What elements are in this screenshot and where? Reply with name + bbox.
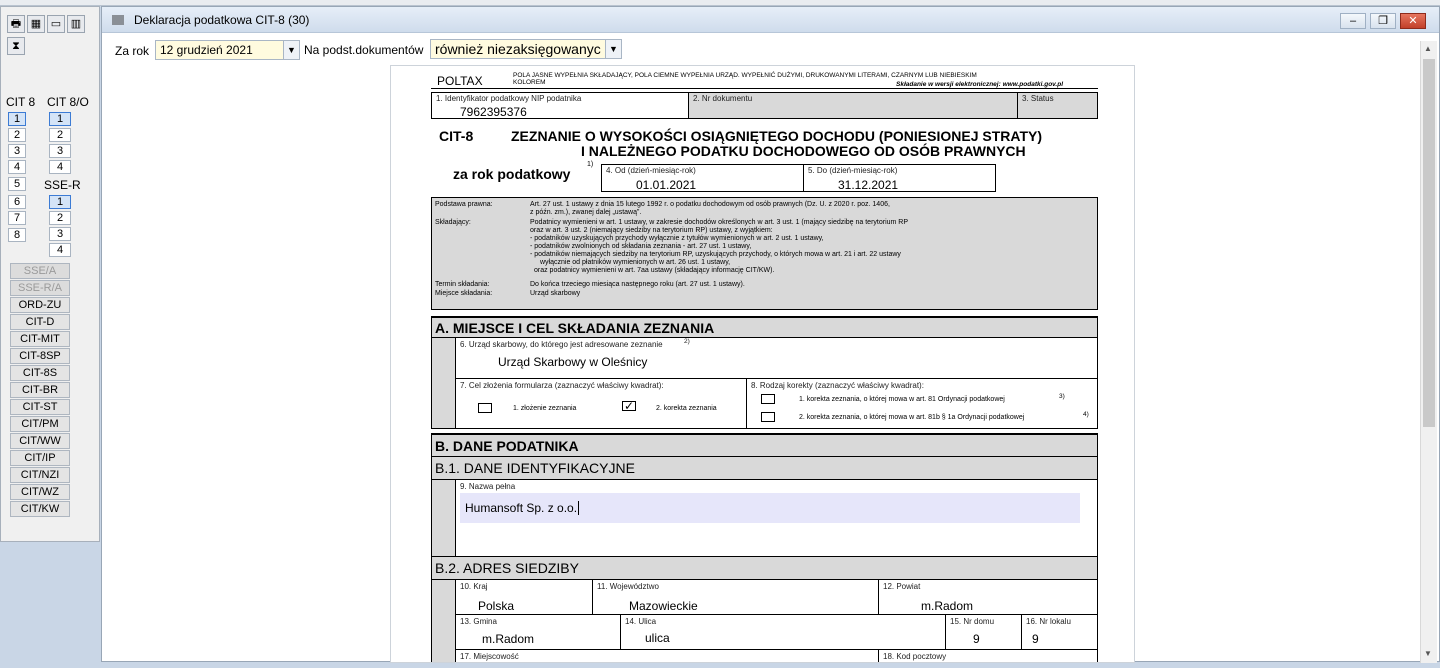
document-icon [112, 15, 124, 25]
cit8-page-8[interactable]: 8 [8, 228, 26, 242]
legal-basis-box: Podstawa prawna: Art. 27 ust. 1 ustawy z… [431, 197, 1098, 310]
field-8-correction-type: 8. Rodzaj korekty (zaznaczyć właściwy kw… [746, 378, 1098, 429]
checkbox-korekta[interactable]: ✓ [622, 400, 636, 412]
sser-page-1[interactable]: 1 [49, 195, 71, 209]
field-14-street[interactable]: 14. Ulica ulica [620, 614, 946, 650]
cit-pm-button[interactable]: CIT/PM [10, 416, 70, 432]
printer-icon[interactable]: 🖶 [7, 15, 25, 33]
cit8o-page-1[interactable]: 1 [49, 112, 71, 126]
cit8-page-7[interactable]: 7 [8, 211, 26, 225]
cit8-page-2[interactable]: 2 [8, 128, 26, 142]
cit8o-page-2[interactable]: 2 [49, 128, 71, 142]
chevron-down-icon[interactable]: ▼ [605, 40, 621, 58]
na-podst-value: również niezaksięgowanyc [435, 41, 601, 57]
field-4-date-from[interactable]: 4. Od (dzień-miesiąc-rok) 01.01.2021 [601, 164, 804, 192]
window-titlebar[interactable]: Deklaracja podatkowa CIT-8 (30) – ❐ ✕ [102, 7, 1439, 33]
na-podst-label: Na podst.dokumentów [304, 43, 424, 57]
cit8o-page-3[interactable]: 3 [49, 144, 71, 158]
field-7-purpose: 7. Cel złożenia formularza (zaznaczyć wł… [455, 378, 747, 429]
sser-page-4[interactable]: 4 [49, 243, 71, 257]
declaration-window: Deklaracja podatkowa CIT-8 (30) – ❐ ✕ Za… [101, 6, 1440, 663]
field-9-full-name[interactable]: 9. Nazwa pełna Humansoft Sp. z o.o. [455, 479, 1098, 557]
minimize-button[interactable]: – [1340, 13, 1366, 29]
za-rok-select[interactable]: 12 grudzień 2021 ▼ [155, 40, 300, 60]
checkbox-zlozenie[interactable] [478, 403, 492, 413]
cit8-page-3[interactable]: 3 [8, 144, 26, 158]
calendar-icon[interactable]: ▦ [27, 15, 45, 33]
field-1-nip[interactable]: 1. Identyfikator podatkowy NIP podatnika… [431, 92, 689, 119]
field-13-commune[interactable]: 13. Gmina m.Radom [455, 614, 621, 650]
checkbox-korekta-art81[interactable] [761, 394, 775, 404]
instruction-line1: POLA JASNE WYPEŁNIA SKŁADAJĄCY, POLA CIE… [513, 72, 977, 79]
za-rok-podatkowy-label: za rok podatkowy [453, 166, 571, 182]
form-heading-2: I NALEŻNEGO PODATKU DOCHODOWEGO OD OSÓB … [581, 143, 1026, 159]
scroll-up-icon[interactable]: ▲ [1424, 44, 1432, 53]
chevron-down-icon[interactable]: ▼ [283, 41, 299, 59]
cit8-page-5[interactable]: 5 [8, 177, 26, 191]
ord-zu-button[interactable]: ORD-ZU [10, 297, 70, 313]
field-2-doc-number: 2. Nr dokumentu [688, 92, 1018, 119]
poltax-logo: POLTAX [437, 74, 483, 88]
za-rok-value: 12 grudzień 2021 [160, 43, 253, 57]
cit-8s-button[interactable]: CIT-8S [10, 365, 70, 381]
cit-mit-button[interactable]: CIT-MIT [10, 331, 70, 347]
cit-8sp-button[interactable]: CIT-8SP [10, 348, 70, 364]
form-code: CIT-8 [439, 128, 474, 144]
field-5-date-to[interactable]: 5. Do (dzień-miesiąc-rok) 31.12.2021 [803, 164, 996, 192]
cit-ip-button[interactable]: CIT/IP [10, 450, 70, 466]
hourglass-icon[interactable]: ⧗ [7, 37, 25, 55]
cit8-page-4[interactable]: 4 [8, 160, 26, 174]
field-6-tax-office[interactable]: 6. Urząd skarbowy, do którego jest adres… [455, 337, 1098, 379]
left-panel: 🖶 ▦ ▭ ▥ ⧗ CIT 8 CIT 8/O 1 2 3 4 5 6 7 8 … [0, 6, 100, 542]
cit-d-button[interactable]: CIT-D [10, 314, 70, 330]
close-button[interactable]: ✕ [1400, 13, 1426, 29]
scroll-down-icon[interactable]: ▼ [1424, 649, 1432, 658]
col-cit8-label: CIT 8 [6, 95, 36, 109]
form-heading-1: ZEZNANIE O WYSOKOŚCI OSIĄGNIĘTEGO DOCHOD… [511, 128, 1043, 144]
instruction-line3: Składanie w wersji elektronicznej: www.p… [896, 81, 1063, 88]
cit-kw-button[interactable]: CIT/KW [10, 501, 70, 517]
cit8-page-6[interactable]: 6 [8, 195, 26, 209]
field-12-county[interactable]: 12. Powiat m.Radom [878, 579, 1098, 615]
window-title: Deklaracja podatkowa CIT-8 (30) [134, 13, 310, 27]
section-a-header: A. MIEJSCE I CEL SKŁADANIA ZEZNANIA [431, 316, 1098, 338]
section-b-header: B. DANE PODATNIKA [431, 433, 1098, 457]
na-podst-select[interactable]: również niezaksięgowanyc ▼ [430, 39, 622, 59]
instruction-line2: KOLOREM [513, 79, 546, 86]
cit-ww-button[interactable]: CIT/WW [10, 433, 70, 449]
scroll-thumb[interactable] [1423, 59, 1435, 427]
restore-button[interactable]: ❐ [1370, 13, 1396, 29]
field-17-city[interactable]: 17. Miejscowość [455, 649, 879, 662]
field-11-voivodeship[interactable]: 11. Województwo Mazowieckie [592, 579, 879, 615]
full-name-input[interactable]: Humansoft Sp. z o.o. [460, 493, 1080, 523]
field-10-country[interactable]: 10. Kraj Polska [455, 579, 593, 615]
sse-a-button[interactable]: SSE/A [10, 263, 70, 279]
sser-page-3[interactable]: 3 [49, 227, 71, 241]
sse-r-a-button[interactable]: SSE-R/A [10, 280, 70, 296]
cit8o-page-4[interactable]: 4 [49, 160, 71, 174]
section-b1-header: B.1. DANE IDENTYFIKACYJNE [431, 456, 1098, 480]
cit-st-button[interactable]: CIT-ST [10, 399, 70, 415]
book-icon[interactable]: ▥ [67, 15, 85, 33]
za-rok-label: Za rok [115, 44, 150, 58]
cit-br-button[interactable]: CIT-BR [10, 382, 70, 398]
vertical-scrollbar[interactable]: ▲ ▼ [1420, 41, 1437, 663]
col-sser-label: SSE-R [44, 178, 81, 192]
checkbox-korekta-art81b[interactable] [761, 412, 775, 422]
col-cit8o-label: CIT 8/O [47, 95, 89, 109]
cit-nzi-button[interactable]: CIT/NZI [10, 467, 70, 483]
field-15-house-number[interactable]: 15. Nr domu 9 [945, 614, 1022, 650]
field-3-status: 3. Status [1017, 92, 1098, 119]
section-b2-header: B.2. ADRES SIEDZIBY [431, 556, 1098, 580]
window-icon[interactable]: ▭ [47, 15, 65, 33]
cit8-page-1[interactable]: 1 [8, 112, 26, 126]
cit8-form-page: POLTAX POLA JASNE WYPEŁNIA SKŁADAJĄCY, P… [390, 65, 1135, 663]
cit-wz-button[interactable]: CIT/WZ [10, 484, 70, 500]
field-18-postal-code[interactable]: 18. Kod pocztowy [878, 649, 1098, 662]
field-16-apartment-number[interactable]: 16. Nr lokalu 9 [1021, 614, 1098, 650]
sser-page-2[interactable]: 2 [49, 211, 71, 225]
